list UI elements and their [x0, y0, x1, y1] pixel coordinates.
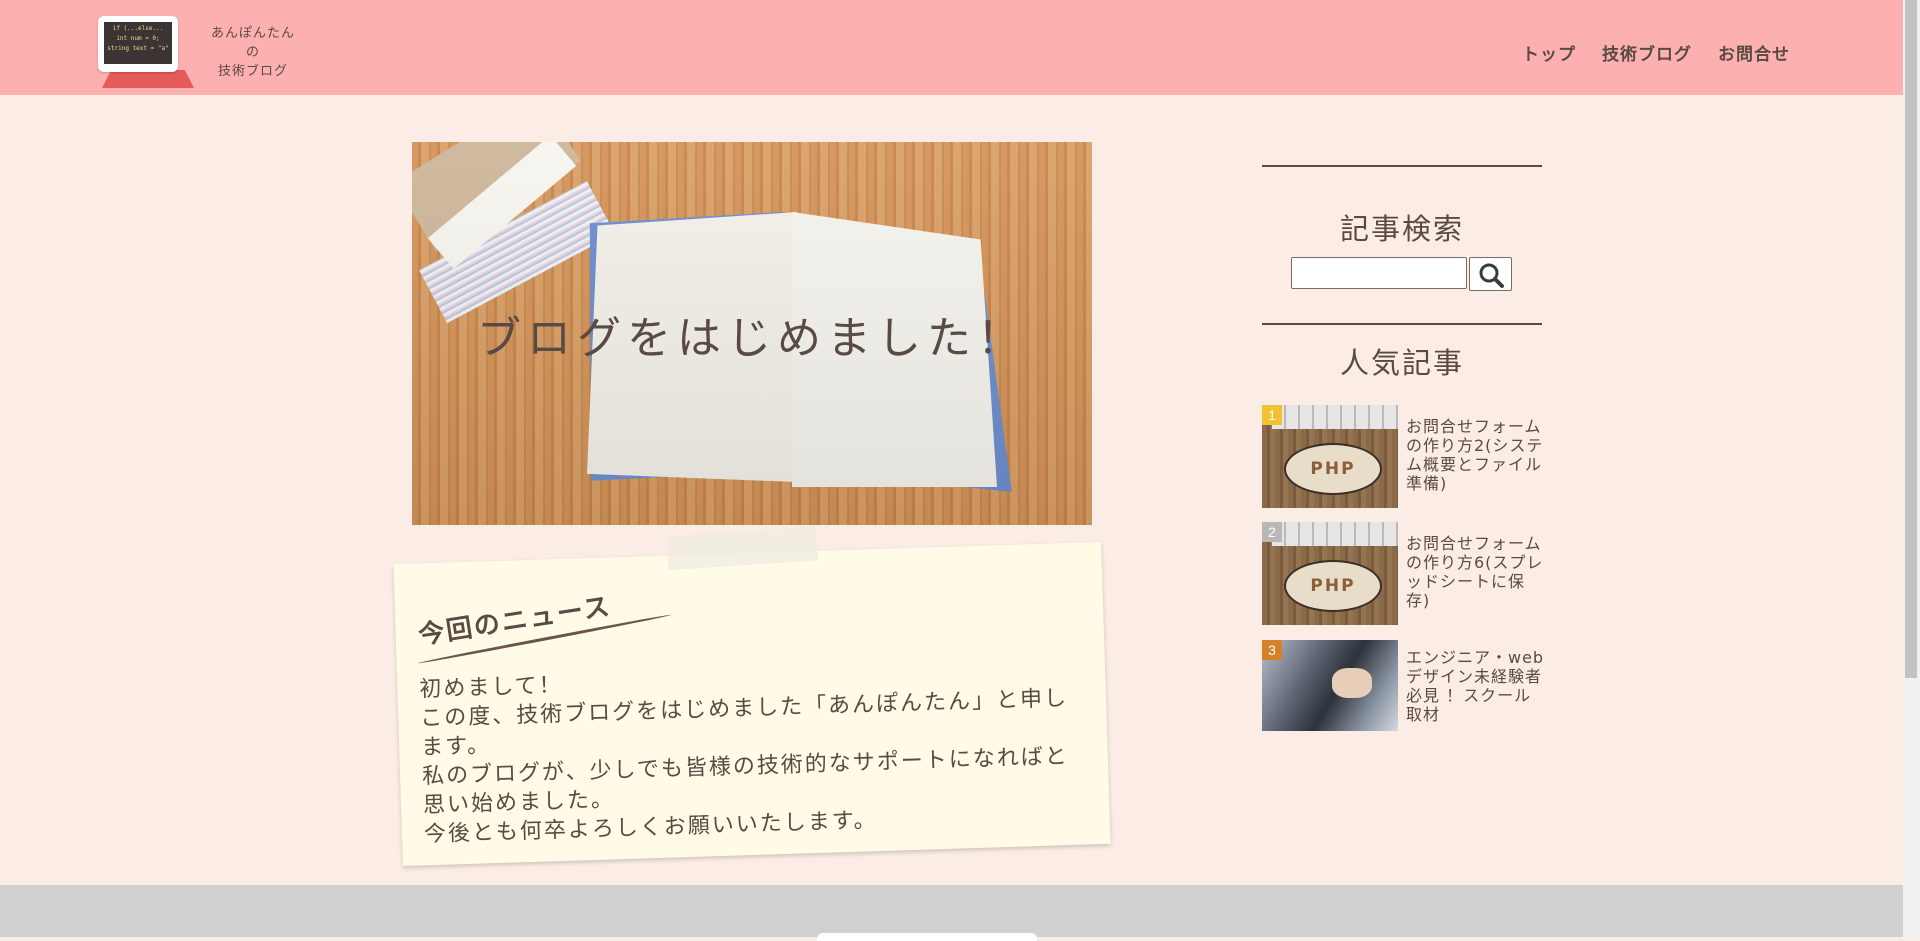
hero-image: ブログをはじめました！: [412, 142, 1092, 525]
article-thumbnail: PHP: [1262, 522, 1398, 625]
hands-photo: [1332, 668, 1372, 698]
popular-article-title[interactable]: エンジニア・webデザイン未経験者必見 ！スクール取材: [1406, 648, 1546, 724]
site-footer: [0, 885, 1903, 941]
book-stack-image: [427, 142, 577, 269]
nav-contact-link[interactable]: お問合せ: [1718, 40, 1790, 65]
popular-article-2[interactable]: PHP 2 お問合せフォームの作り方6(スプレッドシートに保存): [1262, 522, 1552, 625]
scrollbar-thumb[interactable]: [1905, 0, 1917, 678]
popular-article-3[interactable]: 3 エンジニア・webデザイン未経験者必見 ！スクール取材: [1262, 640, 1552, 731]
site-logo[interactable]: if (...else... int num = 0; string text …: [98, 16, 178, 72]
search-heading: 記事検索: [1339, 212, 1464, 246]
rank-badge: 1: [1262, 405, 1282, 425]
logo-code-line: int num = 0;: [116, 35, 160, 42]
article-thumbnail: PHP: [1262, 405, 1398, 508]
logo-code-line: if (...else...: [112, 25, 164, 32]
nav-top-link[interactable]: トップ: [1522, 40, 1576, 65]
popular-heading: 人気記事: [1339, 346, 1464, 380]
rank-badge: 2: [1262, 522, 1282, 542]
article-thumbnail: [1262, 640, 1398, 731]
logo-code-line: string text = "a": [107, 45, 169, 52]
sidebar-divider: [1262, 165, 1542, 167]
logo-code-screen: if (...else... int num = 0; string text …: [104, 22, 172, 64]
news-body: 初めまして！ この度、技術ブログをはじめました「あんぽんたん」と申します。 私の…: [419, 655, 1084, 850]
keyboard-image: [1272, 405, 1398, 429]
keyboard-image: [1272, 522, 1398, 546]
footer-tab: [817, 933, 1037, 941]
book-stack-image: [412, 142, 581, 251]
hero-title: ブログをはじめました！: [477, 313, 1027, 364]
php-bubble: PHP: [1284, 560, 1382, 612]
site-name[interactable]: あんぽんたん の 技術ブログ: [200, 24, 306, 81]
site-name-line: の: [245, 45, 260, 60]
popular-article-title[interactable]: お問合せフォームの作り方6(スプレッドシートに保存): [1406, 534, 1546, 610]
rank-badge: 3: [1262, 640, 1282, 660]
logo-monitor-stand: [102, 70, 194, 88]
tape-decoration: [666, 526, 819, 571]
main-nav: トップ 技術ブログ お問合せ: [1522, 40, 1790, 65]
search-icon: [1479, 263, 1504, 288]
site-header: if (...else... int num = 0; string text …: [0, 0, 1903, 95]
nav-tech-blog-link[interactable]: 技術ブログ: [1602, 40, 1692, 65]
popular-article-1[interactable]: PHP 1 お問合せフォームの作り方2(システム概要とファイル準備): [1262, 405, 1552, 508]
search-button[interactable]: [1469, 257, 1512, 291]
search-input[interactable]: [1291, 257, 1467, 289]
site-name-line: あんぽんたん: [210, 26, 295, 41]
site-name-line: 技術ブログ: [217, 64, 288, 79]
php-bubble: PHP: [1284, 443, 1382, 495]
popular-article-title[interactable]: お問合せフォームの作り方2(システム概要とファイル準備): [1406, 417, 1546, 493]
news-note: 今回のニュース 初めまして！ この度、技術ブログをはじめました「あんぽんたん」と…: [393, 526, 1111, 867]
sidebar-divider: [1262, 323, 1542, 325]
